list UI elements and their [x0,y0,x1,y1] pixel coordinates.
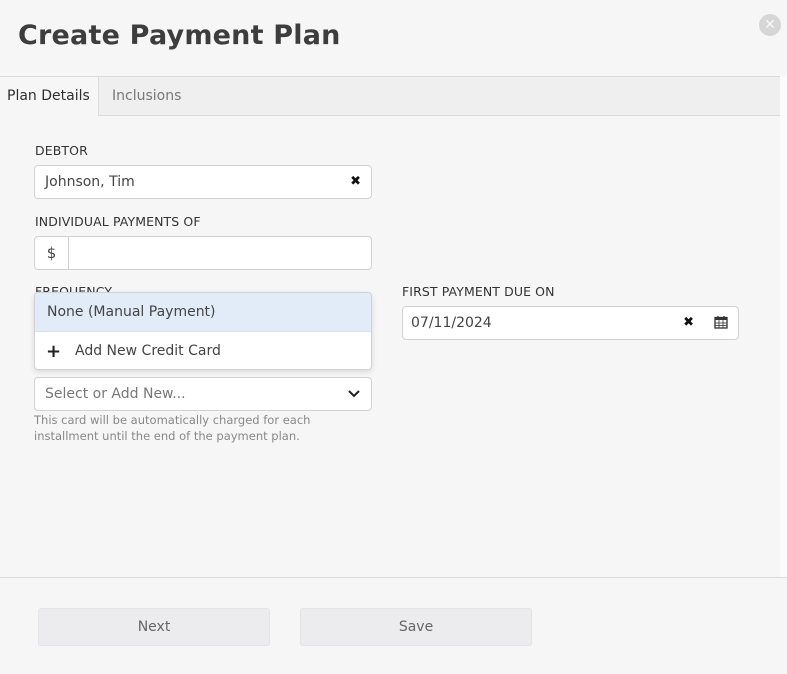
card-select[interactable]: Select or Add New... [34,377,372,411]
clear-date-icon[interactable]: ✖ [683,307,694,339]
chevron-down-icon[interactable] [347,388,361,400]
payments-label: INDIVIDUAL PAYMENTS OF [35,214,201,229]
plus-icon: + [46,341,62,362]
payment-amount-input[interactable]: $ [34,236,372,270]
option-none-manual-payment[interactable]: None (Manual Payment) [35,293,371,332]
option-add-new-credit-card[interactable]: + Add New Credit Card [35,332,371,369]
next-button[interactable]: Next [38,608,270,646]
add-new-credit-card-label: Add New Credit Card [75,343,221,359]
frequency-label: FREQUENCY [35,284,113,292]
debtor-field[interactable]: Johnson, Tim ✖ [34,165,372,199]
frequency-dropdown-menu: None (Manual Payment) + Add New Credit C… [34,292,372,370]
first-payment-date-field[interactable]: 07/11/2024 ✖ [402,306,739,340]
scrollbar-track[interactable] [780,76,787,577]
clear-debtor-icon[interactable]: ✖ [350,166,361,198]
debtor-label: DEBTOR [35,143,88,158]
debtor-value: Johnson, Tim [45,174,135,190]
tab-plan-details[interactable]: Plan Details [0,77,99,116]
tab-inclusions[interactable]: Inclusions [105,77,188,116]
save-button[interactable]: Save [300,608,532,646]
dialog-footer: Next Save [0,577,787,674]
dialog-title: Create Payment Plan [18,20,341,51]
card-select-placeholder: Select or Add New... [45,386,186,402]
first-payment-date-value: 07/11/2024 [411,315,492,331]
first-payment-label: FIRST PAYMENT DUE ON [402,284,555,299]
create-payment-plan-dialog: Create Payment Plan ✕ Plan Details Inclu… [0,0,787,674]
dollar-prefix: $ [35,237,69,269]
tab-bar: Plan Details Inclusions [0,76,780,116]
calendar-icon[interactable] [714,315,728,329]
close-icon[interactable]: ✕ [759,14,781,36]
card-help-text: This card will be automatically charged … [34,413,311,443]
